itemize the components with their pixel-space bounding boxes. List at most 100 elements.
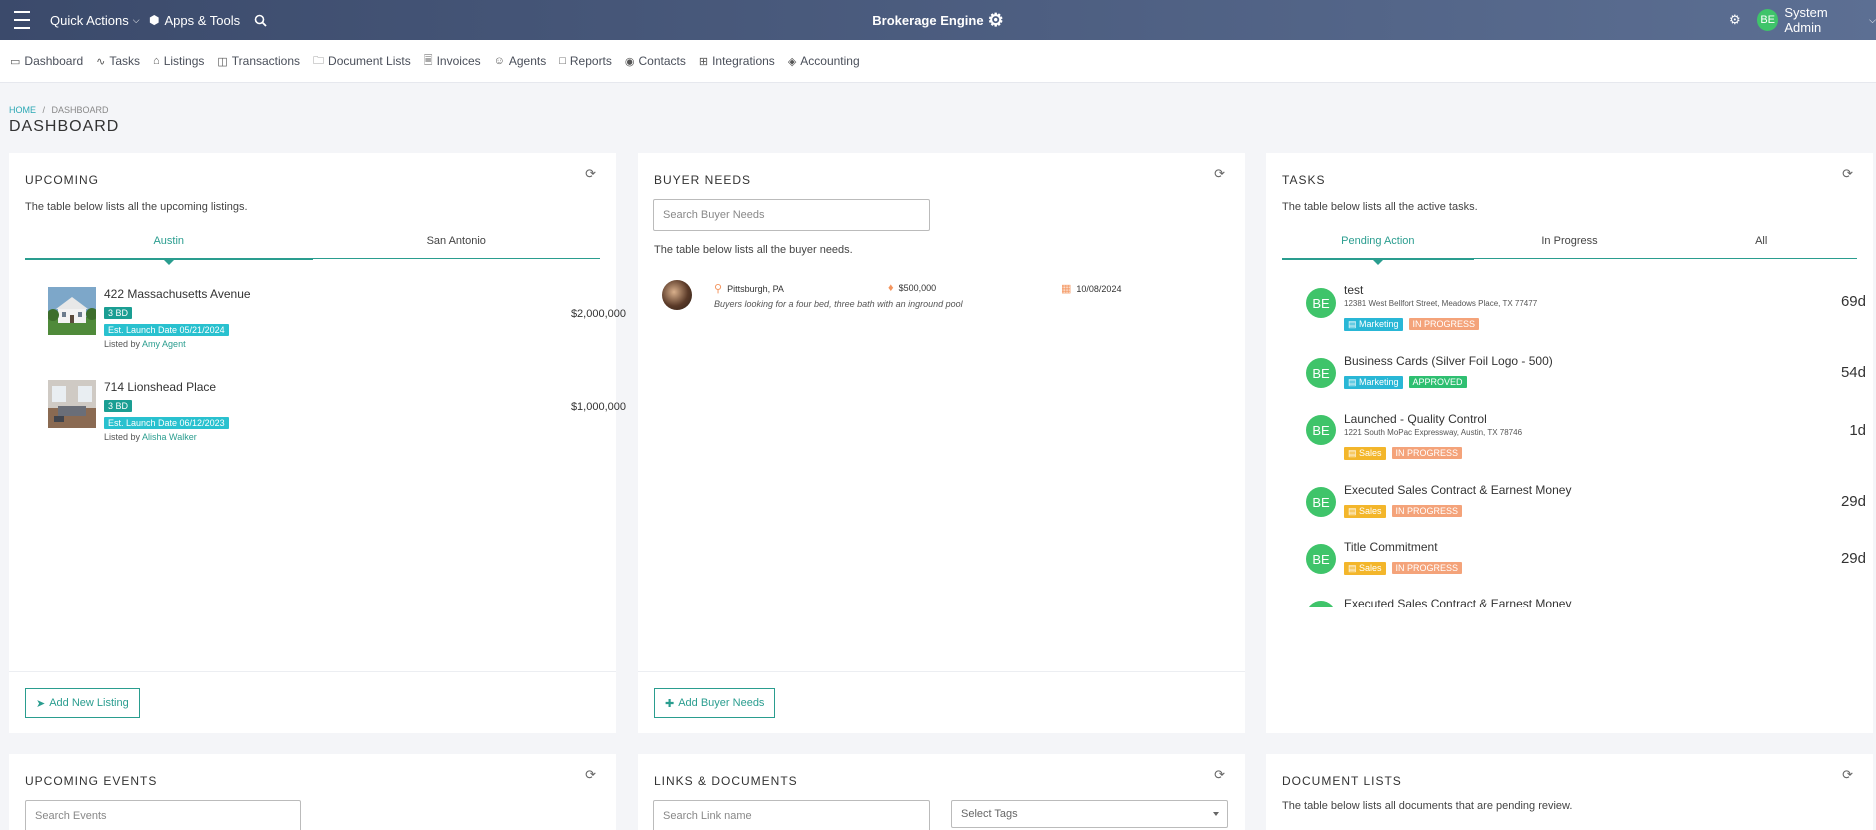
refresh-icon[interactable]: ⟳ [1214,166,1225,182]
refresh-icon[interactable]: ⟳ [1842,767,1853,783]
user-menu[interactable]: BE System Admin ⌵ [1757,0,1876,40]
tab-in-progress[interactable]: In Progress [1474,235,1666,258]
price-text: $500,000 [898,283,937,293]
nav-agents[interactable]: ☺ Agents [494,54,547,68]
listing-address[interactable]: 714 Lionshead Place [104,380,216,394]
nav-tasks[interactable]: ∿ Tasks [96,54,140,68]
nav-listings[interactable]: ⌂ Listings [153,54,204,68]
refresh-icon[interactable]: ⟳ [1214,767,1225,783]
quick-actions-label: Quick Actions [50,12,129,28]
nav-reports[interactable]: □ Reports [559,54,612,68]
category-badge: ▤ Sales [1344,505,1386,518]
buyer-price: ♦ $500,000 [888,282,936,294]
refresh-icon[interactable]: ⟳ [585,166,596,182]
search-link-name-input[interactable]: Search Link name [653,800,930,830]
task-item[interactable]: BE Business Cards (Silver Foil Logo - 50… [1306,354,1866,410]
search-buyer-needs-input[interactable]: Search Buyer Needs [653,199,930,231]
add-buyer-needs-button[interactable]: ✚ Add Buyer Needs [654,688,776,718]
quick-actions-menu[interactable]: Quick Actions ⌵ [50,0,140,40]
bar-chart-icon: □ [559,55,566,67]
listing-photo [48,287,96,335]
select-tags-label: Select Tags [961,808,1018,820]
breadcrumb-current: DASHBOARD [51,105,109,115]
nav-transactions[interactable]: ◫ Transactions [217,54,300,68]
nav-label: Listings [163,54,205,68]
tab-pending-action[interactable]: Pending Action [1282,235,1474,265]
beds-badge: 3 BD [104,400,133,412]
category-badge: ▤ Sales [1344,447,1386,460]
card-subtitle: The table below lists all the upcoming l… [25,201,248,213]
nav-accounting[interactable]: ◈ Accounting [788,54,860,68]
tab-austin[interactable]: Austin [25,235,313,265]
category-badge: ▤ Marketing [1344,376,1403,389]
task-title: Launched - Quality Control [1344,412,1487,426]
search-icon[interactable] [254,0,267,40]
task-avatar: BE [1306,288,1336,318]
task-item[interactable]: BE Launched - Quality Control 1221 South… [1306,412,1866,468]
button-label: Add New Listing [49,697,129,709]
task-item[interactable]: BE Executed Sales Contract & Earnest Mon… [1306,597,1866,607]
chevron-down-icon: ⌵ [1869,14,1876,25]
card-footer: ✚ Add Buyer Needs [638,671,1245,733]
nav-integrations[interactable]: ⊞ Integrations [699,54,775,68]
agent-link[interactable]: Alisha Walker [142,432,197,442]
add-new-listing-button[interactable]: ➤ Add New Listing [25,688,140,718]
monitor-icon: ▭ [10,55,21,68]
tab-all[interactable]: All [1665,235,1857,258]
list-item[interactable]: ⚲ Pittsburgh, PA ♦ $500,000 ▦ 10/08/2024 Bu… [638,280,1238,320]
card-title: DOCUMENT LISTS [1282,774,1402,788]
upcoming-events-card: UPCOMING EVENTS ⟳ Search Events [9,754,616,830]
caret-down-icon [1213,812,1219,816]
category-label: Marketing [1359,319,1399,329]
user-name: System Admin [1784,5,1828,35]
button-label: Add Buyer Needs [678,697,765,709]
task-title: Business Cards (Silver Foil Logo - 500) [1344,354,1553,368]
listing-address[interactable]: 422 Massachusetts Avenue [104,287,251,301]
refresh-icon[interactable]: ⟳ [1842,166,1853,182]
task-days: 54d [1840,364,1866,381]
task-tabs: Pending Action In Progress All [1282,235,1857,265]
select-tags-dropdown[interactable]: Select Tags [951,800,1228,828]
task-item[interactable]: BE test 12381 West Bellfort Street, Mead… [1306,283,1866,339]
card-title: UPCOMING [25,173,99,187]
search-events-input[interactable]: Search Events [25,800,301,830]
nav-label: Agents [508,54,547,68]
listing-price: $2,000,000 [570,308,626,320]
apps-tools-menu[interactable]: ⬢ Apps & Tools [149,0,240,40]
nav-dashboard[interactable]: ▭ Dashboard [10,54,83,68]
calendar-icon: ▦ [1061,283,1072,295]
tasks-card: TASKS ⟳ The table below lists all the ac… [1266,153,1873,733]
columns-icon: ◫ [217,55,228,68]
pulse-icon: ∿ [96,55,106,68]
list-item[interactable]: 422 Massachusetts Avenue 3 BD Est. Launc… [48,287,626,357]
globe-icon: ◉ [624,55,635,68]
nav-label: Integrations [712,54,775,68]
buyer-date: ▦ 10/08/2024 [1061,282,1121,295]
task-days: 69d [1840,293,1866,310]
task-item[interactable]: BE Title Commitment ▤ Sales IN PROGRESS 2… [1306,540,1866,596]
nav-document-lists[interactable]: 🗀 Document Lists [313,52,411,71]
nav-contacts[interactable]: ◉ Contacts [625,54,686,68]
settings-gear-icon[interactable]: ⚙ [1729,0,1741,40]
location-text: Pittsburgh, PA [727,283,784,294]
task-item[interactable]: BE Executed Sales Contract & Earnest Mon… [1306,483,1866,539]
listed-by-label: Listed by [104,339,141,349]
tab-san-antonio[interactable]: San Antonio [313,235,601,258]
date-text: 10/08/2024 [1076,283,1122,294]
agent-link[interactable]: Amy Agent [142,339,186,349]
launch-date-badge: Est. Launch Date 05/21/2024 [104,324,229,336]
category-badge: ▤ Sales [1344,562,1386,575]
buyer-location: ⚲ Pittsburgh, PA [714,282,784,295]
map-pin-icon: ⚲ [714,283,723,295]
list-item[interactable]: 714 Lionshead Place 3 BD Est. Launch Dat… [48,380,626,450]
breadcrumb-home[interactable]: HOME [9,105,36,115]
page-title: DASHBOARD [9,118,120,135]
category-label: Sales [1359,506,1382,516]
refresh-icon[interactable]: ⟳ [585,767,596,783]
task-avatar: BE [1306,358,1336,388]
nav-invoices[interactable]: 🗏 Invoices [424,52,481,71]
links-documents-card: LINKS & DOCUMENTS ⟳ Search Link name Sel… [638,754,1245,830]
file-icon: 🗏 [423,54,433,67]
card-title: TASKS [1282,173,1326,187]
menu-icon[interactable] [14,0,30,40]
